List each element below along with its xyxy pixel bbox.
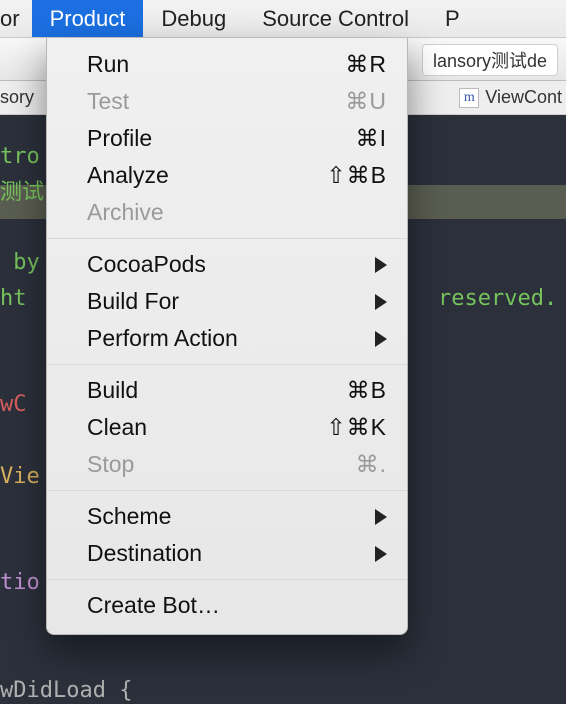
menu-item-build-for[interactable]: Build For [47, 283, 407, 320]
menu-item-label: Stop [87, 451, 356, 478]
menu-separator [47, 364, 407, 365]
breadcrumb-right-text: ViewCont [485, 87, 562, 108]
breadcrumb-right[interactable]: m ViewCont [459, 87, 566, 108]
menu-item-shortcut: ⌘R [345, 51, 387, 78]
code-fragment: reserved. [438, 281, 557, 317]
menu-item-label: Clean [87, 414, 326, 441]
product-menu-dropdown: Run⌘RTest⌘UProfile⌘IAnalyze⇧⌘BArchiveCoc… [46, 38, 408, 635]
menu-item-cocoapods[interactable]: CocoaPods [47, 246, 407, 283]
menu-item-shortcut: ⌘U [345, 88, 387, 115]
menu-item-destination[interactable]: Destination [47, 535, 407, 572]
submenu-arrow-icon [375, 509, 387, 525]
menubar-item-product[interactable]: Product [32, 0, 144, 37]
menu-item-label: Profile [87, 125, 356, 152]
code-fragment: tio [0, 565, 40, 601]
menu-item-archive: Archive [47, 194, 407, 231]
menu-item-perform-action[interactable]: Perform Action [47, 320, 407, 357]
menu-item-run[interactable]: Run⌘R [47, 46, 407, 83]
menu-item-shortcut: ⇧⌘K [326, 414, 387, 441]
menu-item-label: Test [87, 88, 345, 115]
menu-item-shortcut: ⇧⌘B [326, 162, 387, 189]
menu-item-label: Build [87, 377, 347, 404]
menu-item-label: CocoaPods [87, 251, 375, 278]
menu-item-scheme[interactable]: Scheme [47, 498, 407, 535]
code-fragment: wC [0, 387, 27, 423]
code-fragment: wDidLoad { [0, 673, 132, 704]
menu-item-shortcut: ⌘B [347, 377, 387, 404]
code-fragment: ht [0, 281, 27, 317]
menubar-item-or[interactable]: or [0, 0, 32, 37]
menu-item-clean[interactable]: Clean⇧⌘K [47, 409, 407, 446]
code-fragment: Vie [0, 459, 40, 495]
menu-separator [47, 238, 407, 239]
code-fragment: by [0, 245, 40, 281]
scheme-path-text: lansory测试de [433, 47, 547, 73]
menu-item-profile[interactable]: Profile⌘I [47, 120, 407, 157]
menu-item-label: Run [87, 51, 345, 78]
menu-item-label: Destination [87, 540, 375, 567]
submenu-arrow-icon [375, 294, 387, 310]
menubar-item-source-control[interactable]: Source Control [244, 0, 427, 37]
menu-item-create-bot[interactable]: Create Bot… [47, 587, 407, 624]
menu-item-stop: Stop⌘. [47, 446, 407, 483]
menubar-item-p[interactable]: P [427, 0, 478, 37]
menu-item-label: Create Bot… [87, 592, 387, 619]
menubar: orProductDebugSource ControlP [0, 0, 566, 38]
menubar-item-debug[interactable]: Debug [143, 0, 244, 37]
breadcrumb-left-text: sory [0, 87, 34, 108]
menu-item-analyze[interactable]: Analyze⇧⌘B [47, 157, 407, 194]
file-m-icon: m [459, 88, 479, 108]
menu-separator [47, 579, 407, 580]
scheme-path-field[interactable]: lansory测试de [422, 44, 558, 76]
menu-item-shortcut: ⌘. [356, 451, 387, 478]
menu-item-label: Perform Action [87, 325, 375, 352]
submenu-arrow-icon [375, 257, 387, 273]
menu-item-test: Test⌘U [47, 83, 407, 120]
code-fragment: tro [0, 139, 40, 175]
menu-item-label: Archive [87, 199, 387, 226]
menu-item-label: Scheme [87, 503, 375, 530]
menu-separator [47, 490, 407, 491]
menu-item-label: Build For [87, 288, 375, 315]
submenu-arrow-icon [375, 546, 387, 562]
menu-item-label: Analyze [87, 162, 326, 189]
breadcrumb-left[interactable]: sory [0, 87, 42, 108]
menu-item-shortcut: ⌘I [356, 125, 387, 152]
submenu-arrow-icon [375, 331, 387, 347]
menu-item-build[interactable]: Build⌘B [47, 372, 407, 409]
code-fragment: 测试 [0, 175, 44, 211]
